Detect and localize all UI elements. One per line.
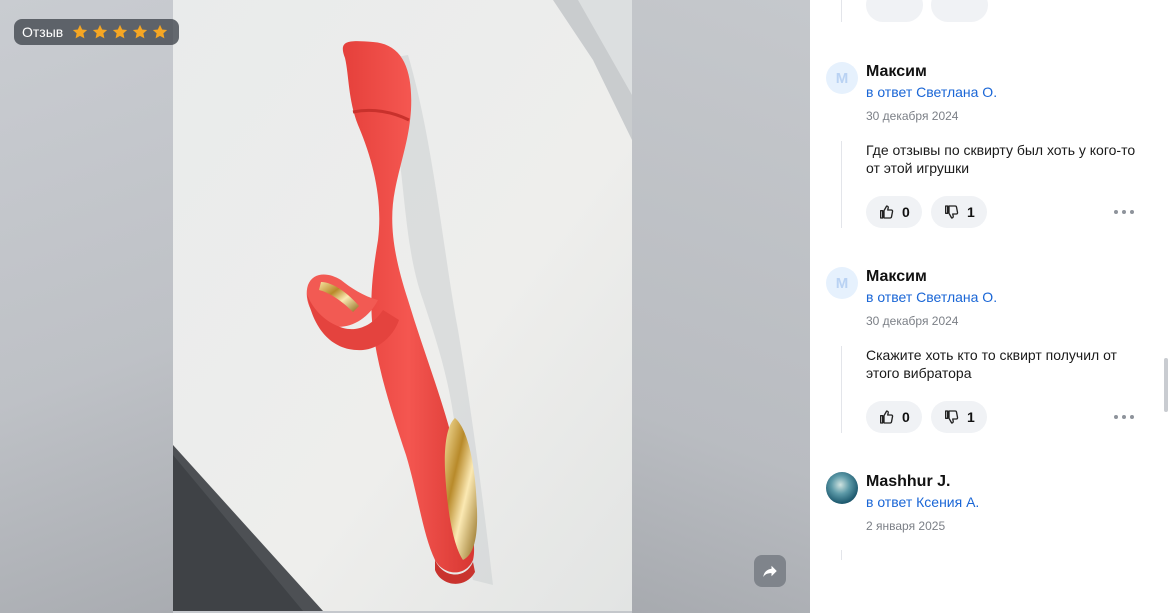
like-button[interactable] bbox=[866, 0, 923, 22]
review-badge-label: Отзыв bbox=[22, 24, 64, 40]
comment-text: Скажите хоть кто то сквирт получил от эт… bbox=[866, 347, 1117, 381]
star-icon bbox=[131, 23, 149, 41]
dislike-count: 1 bbox=[967, 409, 975, 425]
more-dots-icon[interactable] bbox=[1114, 208, 1134, 216]
truncated-comment-text bbox=[866, 550, 946, 556]
comment-date: 30 декабря 2024 bbox=[866, 109, 959, 123]
dislike-button[interactable] bbox=[931, 0, 988, 22]
thumbs-down-icon bbox=[945, 205, 959, 219]
star-icon bbox=[71, 23, 89, 41]
comments-panel: М Максим в ответ Светлана О. 30 декабря … bbox=[810, 0, 1169, 613]
comment-author: Максим bbox=[866, 268, 927, 285]
like-button[interactable]: 0 bbox=[866, 196, 922, 228]
star-icon bbox=[111, 23, 129, 41]
blurred-backdrop-left bbox=[0, 0, 173, 613]
media-viewer-pane: Отзыв bbox=[0, 0, 810, 613]
like-count: 0 bbox=[902, 409, 910, 425]
like-count: 0 bbox=[902, 204, 910, 220]
review-photo-image bbox=[173, 0, 632, 611]
review-media-viewer: Отзыв М Максим в ответ Светлана О. 30 де… bbox=[0, 0, 1169, 613]
like-button[interactable]: 0 bbox=[866, 401, 922, 433]
star-icon bbox=[91, 23, 109, 41]
comment-author: Mashhur J. bbox=[866, 473, 951, 490]
thumbs-up-icon bbox=[880, 205, 894, 219]
thread-line bbox=[841, 550, 842, 560]
comment-date: 2 января 2025 bbox=[866, 519, 946, 533]
blurred-backdrop-right bbox=[632, 0, 810, 613]
reply-to-link[interactable]: в ответ Ксения А. bbox=[866, 494, 979, 510]
thumbs-down-icon bbox=[945, 410, 959, 424]
dislike-button[interactable]: 1 bbox=[931, 401, 987, 433]
thread-line bbox=[841, 0, 842, 22]
more-dots-icon[interactable] bbox=[1114, 413, 1134, 421]
rating-stars bbox=[71, 23, 169, 41]
avatar: М bbox=[826, 267, 858, 299]
avatar bbox=[826, 472, 858, 504]
share-button[interactable] bbox=[754, 555, 786, 587]
reply-to-link[interactable]: в ответ Светлана О. bbox=[866, 289, 997, 305]
star-icon bbox=[151, 23, 169, 41]
dislike-count: 1 bbox=[967, 204, 975, 220]
share-arrow-icon bbox=[763, 565, 777, 577]
comment-author: Максим bbox=[866, 63, 927, 80]
thread-line bbox=[841, 346, 842, 433]
thumbs-up-icon bbox=[880, 410, 894, 424]
thread-line bbox=[841, 141, 842, 228]
avatar: М bbox=[826, 62, 858, 94]
comment-text: Где отзывы по сквирту был хоть у кого-то… bbox=[866, 142, 1136, 176]
review-rating-badge: Отзыв bbox=[14, 19, 180, 45]
comment-date: 30 декабря 2024 bbox=[866, 314, 959, 328]
review-photo bbox=[173, 0, 632, 611]
scrollbar[interactable] bbox=[1164, 358, 1168, 412]
reply-to-link[interactable]: в ответ Светлана О. bbox=[866, 84, 997, 100]
dislike-button[interactable]: 1 bbox=[931, 196, 987, 228]
